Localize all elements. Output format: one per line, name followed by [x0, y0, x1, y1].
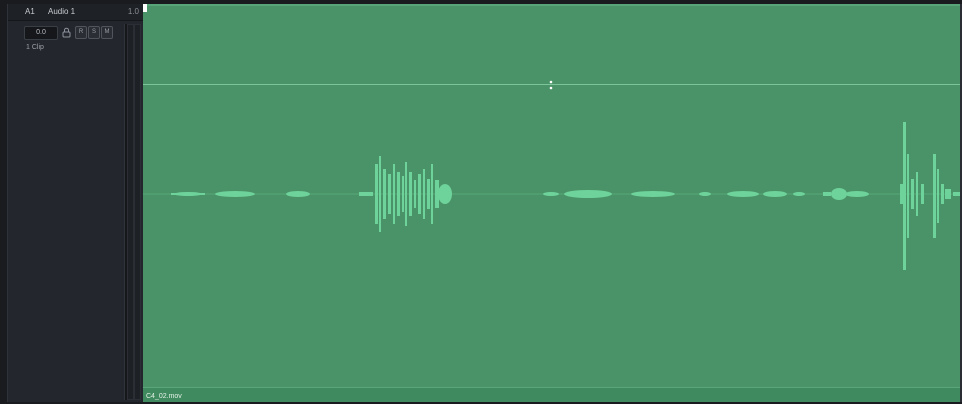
clip-count: 1 Clip: [26, 44, 44, 51]
audio-meter: [124, 24, 141, 400]
audio-waveform: [143, 122, 962, 270]
track-id: A1: [25, 7, 35, 16]
keyframe-handle[interactable]: [549, 80, 553, 90]
solo-button[interactable]: S: [88, 26, 100, 39]
meter-channel-left: [127, 24, 134, 400]
track-level: 1.0: [127, 7, 139, 16]
track-volume-field[interactable]: 0.0: [24, 26, 58, 40]
record-arm-button[interactable]: R: [75, 26, 87, 39]
audio-track-header[interactable]: A1 Audio 1 1.0 0.0 R S M 1 Clip: [7, 4, 143, 402]
track-name[interactable]: Audio 1: [48, 7, 75, 16]
meter-channel-right: [134, 24, 141, 400]
lock-icon[interactable]: [62, 27, 71, 38]
track-header-title-bar: A1 Audio 1 1.0: [8, 4, 143, 21]
audio-clip[interactable]: C4_02.mov: [143, 4, 962, 402]
mute-button[interactable]: M: [101, 26, 113, 39]
clip-name-bar: C4_02.mov: [143, 387, 962, 402]
clip-name: C4_02.mov: [146, 393, 182, 400]
